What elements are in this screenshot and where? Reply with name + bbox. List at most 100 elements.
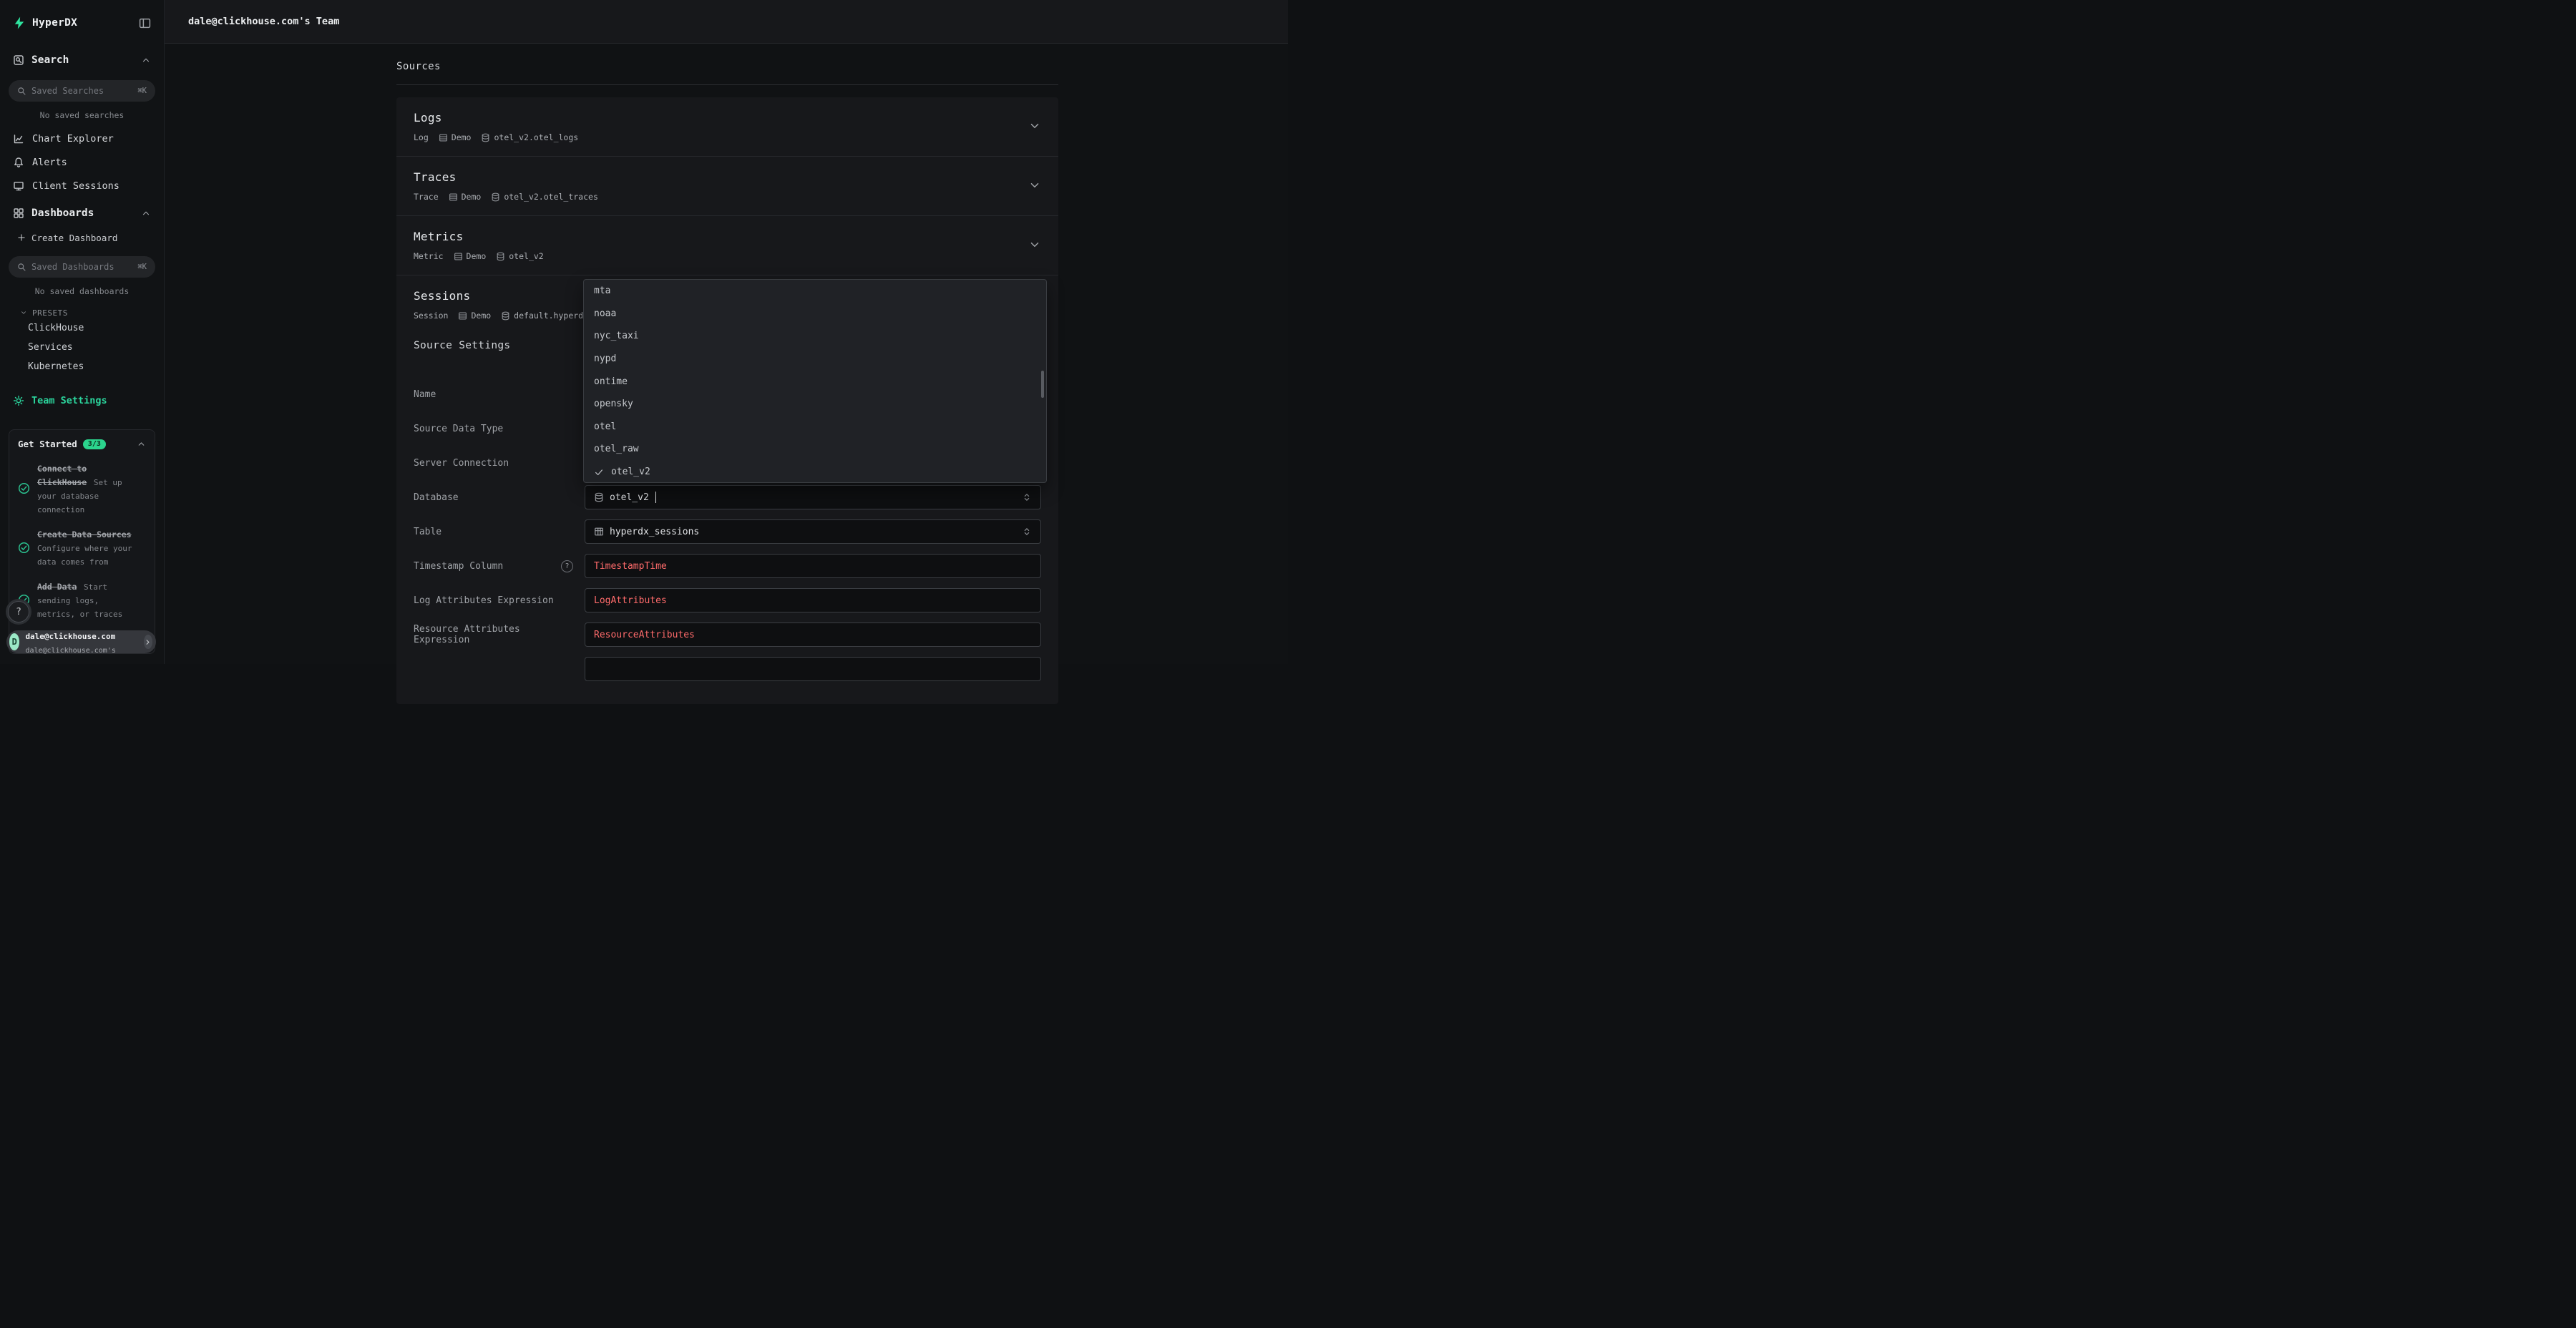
gear-icon <box>13 395 24 406</box>
form-row-partial <box>414 657 1041 681</box>
sidebar-item-client-sessions[interactable]: Client Sessions <box>0 174 164 197</box>
collapse-sidebar-icon[interactable] <box>139 17 151 29</box>
dropdown-option[interactable]: mta <box>584 280 1046 303</box>
sidebar-item-label: Alerts <box>32 157 67 168</box>
preset-clickhouse[interactable]: ClickHouse <box>0 318 164 338</box>
sidebar-item-label: Chart Explorer <box>32 133 114 145</box>
table-select[interactable]: hyperdx_sessions <box>585 519 1041 544</box>
dropdown-option[interactable]: opensky <box>584 393 1046 416</box>
preset-label: ClickHouse <box>28 323 84 333</box>
divider <box>396 84 1058 85</box>
chevron-down-icon[interactable] <box>1028 238 1041 251</box>
chevron-up-icon[interactable] <box>141 55 151 65</box>
option-label: opensky <box>594 399 633 409</box>
check-circle-icon <box>18 527 30 567</box>
form-row-database: Database otel_v2 <box>414 485 1041 509</box>
timestamp-value: TimestampTime <box>594 561 667 572</box>
no-saved-dashboards-text: No saved dashboards <box>0 286 164 297</box>
table-icon <box>594 527 604 537</box>
dropdown-option[interactable]: otel <box>584 416 1046 439</box>
team-settings-button[interactable]: Team Settings <box>0 388 164 414</box>
saved-dashboards-placeholder: Saved Dashboards <box>31 262 114 272</box>
source-card-logs[interactable]: Logs Log Demo ot <box>396 97 1058 156</box>
timestamp-column-input[interactable]: TimestampTime <box>585 554 1041 578</box>
field-label: Table <box>414 527 441 537</box>
dropdown-option[interactable]: nypd <box>584 348 1046 371</box>
option-label: noaa <box>594 308 616 319</box>
saved-searches-input[interactable]: Saved Searches ⌘K <box>9 80 155 102</box>
get-started-progress-badge: 3/3 <box>83 439 106 449</box>
help-button[interactable]: ? <box>8 601 29 622</box>
chevron-up-icon[interactable] <box>137 439 146 449</box>
text-cursor <box>655 492 657 503</box>
checklist-item[interactable]: Create Data Sources Configure where your… <box>18 527 146 567</box>
database-icon <box>594 492 604 502</box>
dropdown-option[interactable]: ontime <box>584 370 1046 393</box>
partial-input[interactable] <box>585 657 1041 681</box>
select-chevrons-icon[interactable] <box>1022 492 1032 502</box>
source-card-traces[interactable]: Traces Trace Demo <box>396 156 1058 215</box>
checklist-item[interactable]: Connect to ClickHouse Set up your databa… <box>18 461 146 515</box>
field-label: Name <box>414 389 436 400</box>
connection-name: Demo <box>467 250 487 262</box>
dropdown-option[interactable]: nyc_taxi <box>584 325 1046 348</box>
connection-name: Demo <box>471 310 491 321</box>
dropdown-option[interactable]: noaa <box>584 303 1046 326</box>
chevron-up-icon[interactable] <box>141 208 151 218</box>
checklist-item-title: Connect to ClickHouse <box>37 464 87 487</box>
sidebar-item-label: Client Sessions <box>32 180 119 192</box>
log-attributes-input[interactable]: LogAttributes <box>585 588 1041 612</box>
preset-kubernetes[interactable]: Kubernetes <box>0 357 164 376</box>
connection-icon <box>439 133 448 142</box>
source-table: otel_v2 <box>509 250 543 262</box>
connection-icon <box>454 252 463 261</box>
chevron-down-icon <box>20 309 27 316</box>
saved-searches-placeholder: Saved Searches <box>31 86 104 96</box>
team-settings-label: Team Settings <box>31 395 107 406</box>
source-type: Trace <box>414 191 439 202</box>
form-row-timestamp: Timestamp Column ? TimestampTime <box>414 554 1041 578</box>
sidebar-item-chart-explorer[interactable]: Chart Explorer <box>0 127 164 150</box>
checklist-item-title: Create Data Sources <box>37 529 132 540</box>
field-label: Source Data Type <box>414 424 503 434</box>
dashboards-section-header[interactable]: Dashboards <box>0 199 164 228</box>
saved-dashboards-input[interactable]: Saved Dashboards ⌘K <box>9 256 155 278</box>
sidebar-item-alerts[interactable]: Alerts <box>0 150 164 174</box>
connection-name: Demo <box>462 191 482 202</box>
create-dashboard-label: Create Dashboard <box>31 233 117 243</box>
preset-services[interactable]: Services <box>0 338 164 357</box>
dropdown-option[interactable]: otel_raw <box>584 438 1046 461</box>
chevron-down-icon[interactable] <box>1028 119 1041 132</box>
source-card-metrics[interactable]: Metrics Metric Demo <box>396 215 1058 275</box>
field-label: Resource Attributes Expression <box>414 624 570 645</box>
database-select[interactable]: otel_v2 <box>585 485 1041 509</box>
select-chevrons-icon[interactable] <box>1022 527 1032 537</box>
database-icon <box>481 133 490 142</box>
monitor-icon <box>13 180 24 192</box>
search-section-header[interactable]: Search <box>0 46 164 74</box>
app-logo[interactable]: HyperDX <box>13 16 77 29</box>
source-title: Logs <box>414 110 1041 126</box>
topbar: dale@clickhouse.com's Team <box>165 0 1288 44</box>
field-label: Timestamp Column <box>414 561 503 572</box>
create-dashboard-button[interactable]: Create Dashboard <box>0 228 164 248</box>
plus-icon <box>17 233 26 242</box>
checklist-item[interactable]: Add Data Start sending logs, metrics, or… <box>18 579 146 620</box>
dropdown-option-selected[interactable]: otel_v2 <box>584 461 1046 483</box>
get-started-title: Get Started <box>18 439 77 449</box>
help-tooltip-icon[interactable]: ? <box>561 560 573 572</box>
database-icon <box>501 311 510 321</box>
dropdown-scrollbar[interactable] <box>1041 371 1044 398</box>
presets-toggle[interactable]: PRESETS <box>0 307 164 318</box>
source-type: Log <box>414 132 429 143</box>
source-table: otel_v2.otel_traces <box>504 191 598 202</box>
chevron-right-icon[interactable] <box>144 635 152 649</box>
user-team: dale@clickhouse.com's <box>25 647 115 655</box>
option-label: otel <box>594 421 616 432</box>
resource-attributes-input[interactable]: ResourceAttributes <box>585 622 1041 647</box>
hyperdx-bolt-icon <box>13 16 26 29</box>
source-title: Metrics <box>414 229 1041 245</box>
user-menu[interactable]: D dale@clickhouse.com dale@clickhouse.co… <box>6 630 156 653</box>
chevron-down-icon[interactable] <box>1028 179 1041 192</box>
presets-label: PRESETS <box>32 308 68 318</box>
